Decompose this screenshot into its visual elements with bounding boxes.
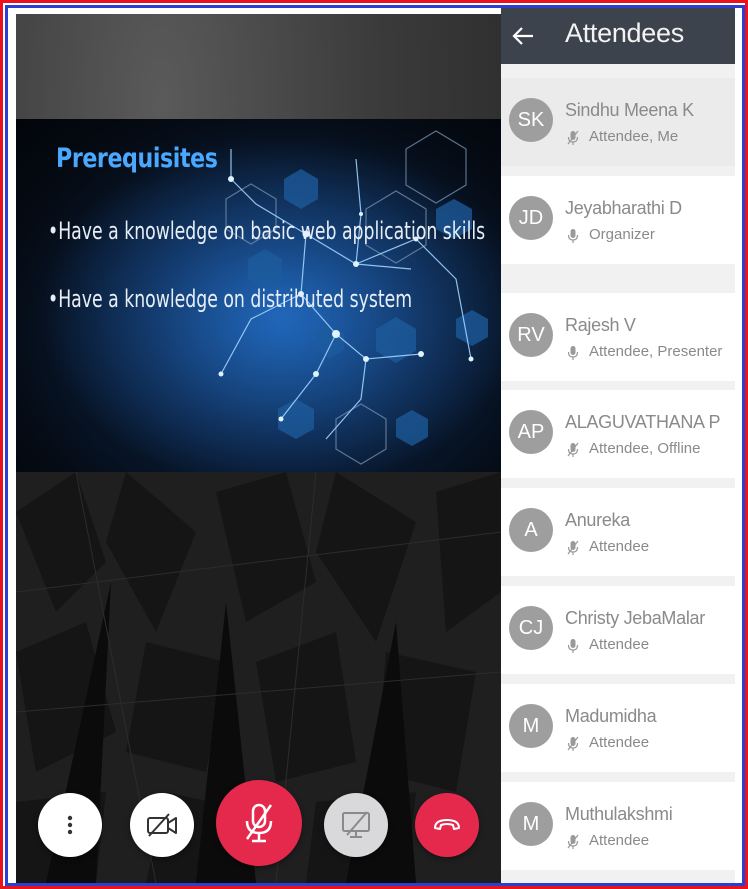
attendee-name: Madumidha — [565, 706, 657, 726]
back-arrow-icon[interactable] — [509, 22, 537, 50]
attendee-row[interactable]: AP ALAGUVATHANA P Attendee, Offline — [501, 390, 735, 478]
mic-muted-icon — [567, 442, 579, 457]
hang-up-button[interactable] — [415, 793, 479, 857]
toggle-video-button[interactable] — [130, 793, 194, 857]
mic-muted-icon — [567, 130, 579, 145]
slide-title: Prerequisites — [56, 143, 218, 174]
attendee-row[interactable]: SK Sindhu Meena K Attendee, Me — [501, 78, 735, 166]
avatar: AP — [509, 410, 553, 454]
attendee-role: Attendee, Me — [589, 128, 679, 145]
attendee-row[interactable]: A Anureka Attendee — [501, 488, 735, 576]
attendee-role: Attendee — [589, 734, 650, 751]
attendee-name: Sindhu Meena K — [565, 100, 694, 120]
avatar: A — [509, 508, 553, 552]
shared-presentation-slide: Prerequisites •Have a knowledge on basic… — [16, 119, 501, 472]
attendees-header: Attendees — [501, 8, 735, 64]
video-off-icon — [147, 813, 177, 837]
hang-up-icon — [434, 819, 460, 830]
attendee-role: Organizer — [589, 226, 655, 243]
avatar: M — [509, 704, 553, 748]
attendee-name: Jeyabharathi D — [565, 198, 682, 218]
avatar: RV — [509, 313, 553, 357]
more-vertical-icon — [67, 815, 73, 835]
mic-icon — [567, 346, 579, 360]
attendees-panel: Attendees SK Sindhu Meena K Attendee, Me JD… — [501, 8, 735, 883]
attendee-row[interactable]: CJ Christy JebaMalar Attendee — [501, 586, 735, 674]
attendee-name: ALAGUVATHANA P — [565, 412, 721, 432]
attendee-role: Attendee, Offline — [589, 440, 701, 457]
avatar: CJ — [509, 606, 553, 650]
attendee-name: Christy JebaMalar — [565, 608, 705, 628]
attendee-row[interactable]: M Muthulakshmi Attendee — [501, 782, 735, 870]
mic-muted-icon — [567, 736, 579, 751]
attendee-row[interactable]: JD Jeyabharathi D Organizer — [501, 176, 735, 264]
attendee-role: Attendee — [589, 538, 650, 555]
screen-share-button[interactable] — [324, 793, 388, 857]
more-options-button[interactable] — [38, 793, 102, 857]
screen-share-off-icon — [342, 811, 370, 838]
avatar: SK — [509, 98, 553, 142]
attendee-role: Attendee — [589, 832, 650, 849]
attendee-name: Muthulakshmi — [565, 804, 673, 824]
slide-bullet: •Have a knowledge on distributed system — [48, 285, 413, 313]
mic-muted-icon — [567, 834, 579, 849]
avatar: M — [509, 802, 553, 846]
meeting-stage: Prerequisites •Have a knowledge on basic… — [16, 14, 501, 883]
mic-icon — [567, 639, 579, 653]
attendee-name: Rajesh V — [565, 315, 636, 335]
mic-off-icon — [245, 803, 273, 843]
attendee-name: Anureka — [565, 510, 630, 530]
attendee-role: Attendee, Presenter — [589, 343, 723, 360]
attendee-role: Attendee — [589, 636, 650, 653]
panel-title: Attendees — [565, 18, 684, 48]
attendee-row[interactable]: RV Rajesh V Attendee, Presenter — [501, 293, 735, 381]
toggle-mic-button[interactable] — [216, 780, 302, 866]
mic-icon — [567, 229, 579, 243]
slide-bullet: •Have a knowledge on basic web applicati… — [48, 217, 486, 245]
attendee-row[interactable]: M Madumidha Attendee — [501, 684, 735, 772]
avatar: JD — [509, 196, 553, 240]
mic-muted-icon — [567, 540, 579, 555]
